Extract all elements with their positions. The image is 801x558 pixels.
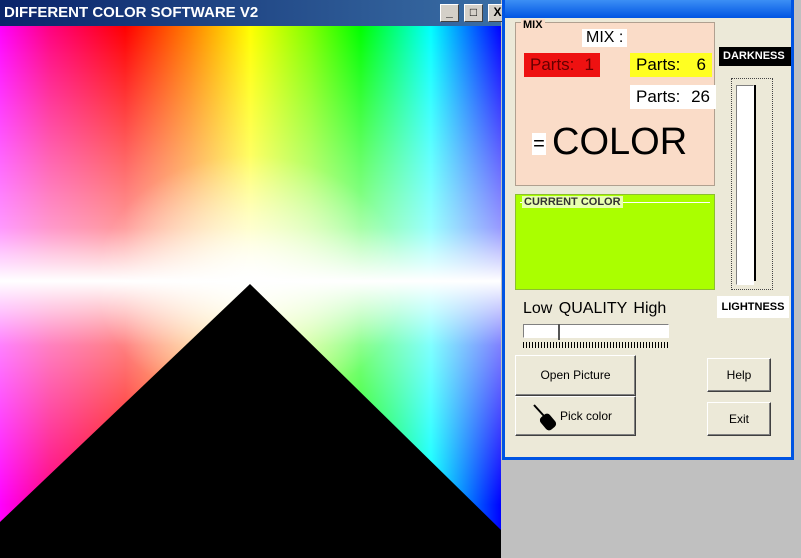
color-spectrum-picture[interactable] bbox=[0, 26, 501, 558]
quality-slider[interactable] bbox=[523, 324, 669, 350]
help-button[interactable]: Help bbox=[707, 358, 771, 392]
black-triangle bbox=[0, 284, 501, 558]
parts-yellow: Parts: 6 bbox=[630, 53, 712, 77]
window-title: DIFFERENT COLOR SOFTWARE V2 bbox=[4, 4, 259, 21]
equals-sign: = bbox=[532, 133, 546, 155]
mix-panel: MIX MIX : Parts: 1 Parts: 6 Parts: 26 = … bbox=[515, 19, 716, 186]
lightness-slider-track[interactable] bbox=[736, 85, 754, 285]
lightness-slider-thumb[interactable] bbox=[754, 85, 762, 281]
picture-window: DIFFERENT COLOR SOFTWARE V2 _ □ X bbox=[0, 0, 507, 558]
mix-title: MIX : bbox=[582, 29, 628, 47]
control-window: MIX MIX : Parts: 1 Parts: 6 Parts: 26 = … bbox=[502, 0, 794, 460]
quality-slider-thumb[interactable] bbox=[558, 324, 566, 340]
parts-yellow-label: Parts: bbox=[636, 55, 681, 74]
parts-red-label: Parts: bbox=[530, 55, 575, 74]
lightness-label: LIGHTNESS bbox=[717, 296, 789, 318]
mix-caption: MIX bbox=[521, 19, 545, 31]
minimize-button[interactable]: _ bbox=[440, 4, 459, 22]
current-color-swatch: CURRENT COLOR bbox=[515, 194, 715, 290]
open-picture-button[interactable]: Open Picture bbox=[515, 355, 636, 396]
parts-red: Parts: 1 bbox=[524, 53, 600, 77]
picture-window-titlebar[interactable]: DIFFERENT COLOR SOFTWARE V2 _ □ X bbox=[0, 0, 507, 26]
parts-yellow-value: 6 bbox=[696, 55, 706, 74]
lightness-slider[interactable] bbox=[731, 78, 773, 290]
parts-white: Parts: 26 bbox=[630, 85, 716, 109]
exit-button[interactable]: Exit bbox=[707, 402, 771, 436]
eyedropper-icon bbox=[533, 404, 557, 431]
result-color-word: COLOR bbox=[552, 121, 688, 163]
pick-color-label: Pick color bbox=[560, 409, 613, 423]
quality-slider-track[interactable] bbox=[523, 324, 669, 338]
parts-white-label: Parts: bbox=[636, 87, 681, 106]
parts-white-value: 26 bbox=[691, 87, 710, 106]
darkness-label: DARKNESS bbox=[719, 47, 791, 66]
pick-color-button[interactable]: Pick color bbox=[515, 396, 636, 436]
maximize-button[interactable]: □ bbox=[464, 4, 483, 22]
current-color-caption: CURRENT COLOR bbox=[522, 196, 623, 208]
quality-slider-ticks bbox=[523, 342, 669, 348]
parts-red-value: 1 bbox=[584, 55, 594, 74]
quality-label: Low QUALITY High bbox=[523, 300, 667, 317]
control-window-titlebar[interactable] bbox=[505, 0, 791, 18]
